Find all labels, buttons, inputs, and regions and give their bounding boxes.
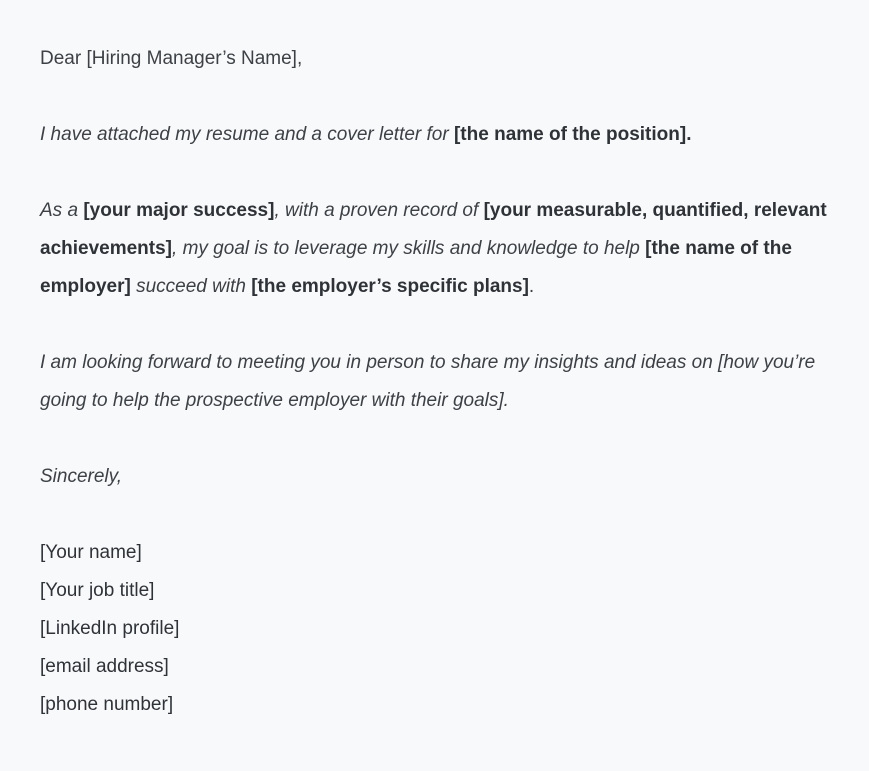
employer-plans-placeholder: [the employer’s specific plans] [251, 276, 529, 297]
signature-name: [Your name] [40, 542, 142, 563]
achievements-text-3: , my goal is to leverage my skills and k… [172, 238, 646, 259]
paragraph-achievements: As a [your major success], with a proven… [40, 192, 829, 306]
achievements-text-1: As a [40, 200, 84, 221]
position-placeholder: [the name of the position]. [453, 124, 692, 145]
signature-email: [email address] [40, 656, 169, 677]
achievements-text-4: succeed with [130, 276, 252, 297]
closing: Sincerely, [40, 466, 123, 487]
achievements-text-2: , with a proven record of [274, 200, 484, 221]
paragraph-meeting: I am looking forward to meeting you in p… [40, 352, 816, 411]
salutation: Dear [Hiring Manager’s Name], [40, 48, 303, 69]
signature-block: [Your name] [Your job title] [LinkedIn p… [40, 534, 829, 724]
cover-letter: Dear [Hiring Manager’s Name], I have att… [0, 0, 869, 724]
major-success-placeholder: [your major success] [83, 200, 275, 221]
attachment-text: I have attached my resume and a cover le… [40, 124, 454, 145]
signature-phone: [phone number] [40, 694, 174, 715]
signature-job-title: [Your job title] [40, 580, 155, 601]
paragraph-attachment: I have attached my resume and a cover le… [40, 116, 829, 154]
signature-linkedin: [LinkedIn profile] [40, 618, 180, 639]
achievements-text-5: . [528, 276, 535, 297]
